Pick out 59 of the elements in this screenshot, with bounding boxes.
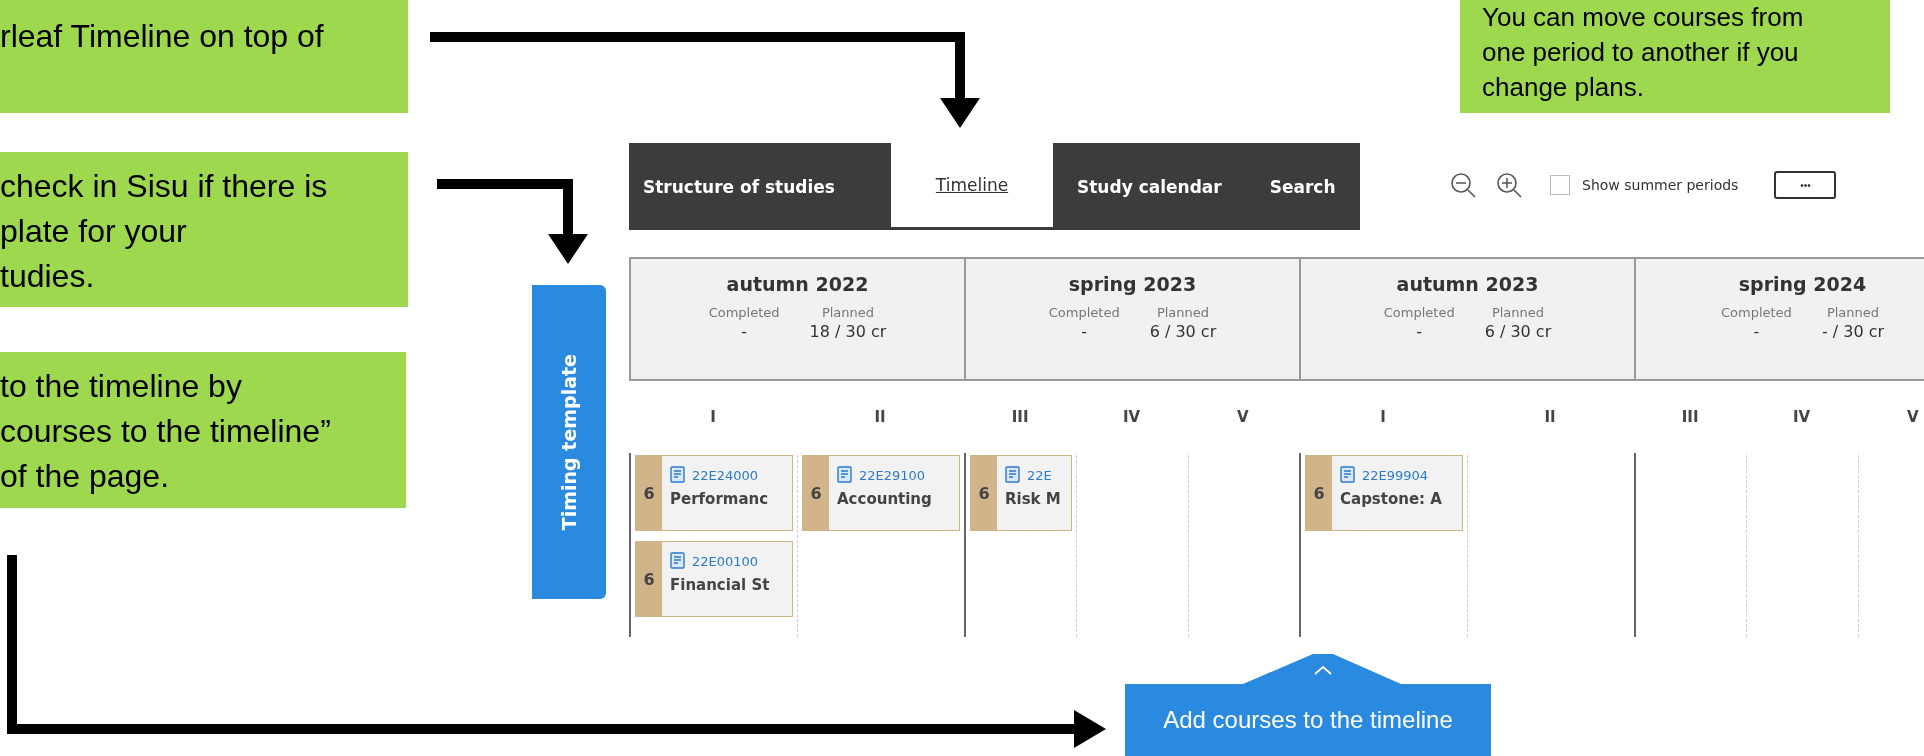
course-card[interactable]: 6 22E24000 Performanc xyxy=(635,455,793,531)
course-code: 22E xyxy=(1027,467,1052,483)
nav-tab[interactable]: Structure of studies xyxy=(629,143,891,230)
course-card[interactable]: 6 22E Risk M xyxy=(970,455,1073,531)
document-icon xyxy=(670,552,686,570)
credits-label: 6 xyxy=(803,456,829,530)
zoom-in-icon[interactable] xyxy=(1494,170,1524,200)
stat-label: Completed xyxy=(708,305,780,320)
callout-text: to the timeline by courses to the timeline” of the page. xyxy=(0,367,332,496)
credits-label: 6 xyxy=(1306,456,1332,530)
stat-value: 18 / 30 cr xyxy=(809,322,887,341)
document-icon xyxy=(1005,466,1021,484)
course-card[interactable]: 6 22E29100 Accounting xyxy=(802,455,960,531)
credits-label: 6 xyxy=(636,542,662,616)
timing-template-tab[interactable]: Timing template xyxy=(532,285,606,599)
stat-value: - xyxy=(1416,322,1423,341)
stat-label: Completed xyxy=(1383,305,1455,320)
course-name: Performanc xyxy=(670,490,769,508)
callout-text: You can move courses from one period to another if you change plans. xyxy=(1482,1,1805,104)
term-title: autumn 2023 xyxy=(1396,273,1539,295)
stat-label: Planned xyxy=(1826,305,1880,320)
course-name: Capstone: A xyxy=(1340,490,1442,508)
checkbox-label: Show summer periods xyxy=(1582,177,1739,193)
course-name: Accounting xyxy=(837,490,932,508)
stat-value: - xyxy=(1753,322,1760,341)
checkbox[interactable] xyxy=(1550,175,1570,195)
document-icon xyxy=(1340,466,1356,484)
course-code: 22E99904 xyxy=(1362,467,1429,483)
callout-text: rleaf Timeline on top of xyxy=(0,17,325,56)
course-name: Financial St xyxy=(670,576,770,594)
zoom-out-icon[interactable] xyxy=(1448,170,1478,200)
course-card[interactable]: 6 22E99904 Capstone: A xyxy=(1305,455,1463,531)
stat-value: 6 / 30 cr xyxy=(1149,322,1217,341)
term-title: spring 2024 xyxy=(1738,273,1867,295)
course-name: Risk M xyxy=(1005,490,1061,508)
course-card[interactable]: 6 22E00100 Financial St xyxy=(635,541,793,617)
stat-label: Planned xyxy=(821,305,875,320)
chevron-up-icon xyxy=(1314,665,1332,675)
credits-label: 6 xyxy=(636,456,662,530)
stat-label: Planned xyxy=(1156,305,1210,320)
callout-text: check in Sisu if there is plate for your tudies. xyxy=(0,167,329,296)
course-code: 22E24000 xyxy=(692,467,759,483)
stat-label: Completed xyxy=(1048,305,1120,320)
stat-value: 6 / 30 cr xyxy=(1484,322,1552,341)
stat-value: - xyxy=(1081,322,1088,341)
stat-value: - / 30 cr xyxy=(1821,322,1885,341)
term-title: autumn 2022 xyxy=(726,273,869,295)
nav-tab[interactable]: Search xyxy=(1245,143,1360,230)
nav-tab[interactable]: Study calendar xyxy=(1053,143,1246,230)
stat-value: - xyxy=(741,322,747,341)
document-icon xyxy=(670,466,686,484)
more-button[interactable]: ••• xyxy=(1774,171,1837,199)
course-code: 22E00100 xyxy=(692,553,759,569)
document-icon xyxy=(837,466,853,484)
stat-label: Completed xyxy=(1720,305,1792,320)
course-code: 22E29100 xyxy=(859,467,926,483)
credits-label: 6 xyxy=(971,456,997,530)
term-title: spring 2023 xyxy=(1068,273,1197,295)
stat-label: Planned xyxy=(1491,305,1545,320)
